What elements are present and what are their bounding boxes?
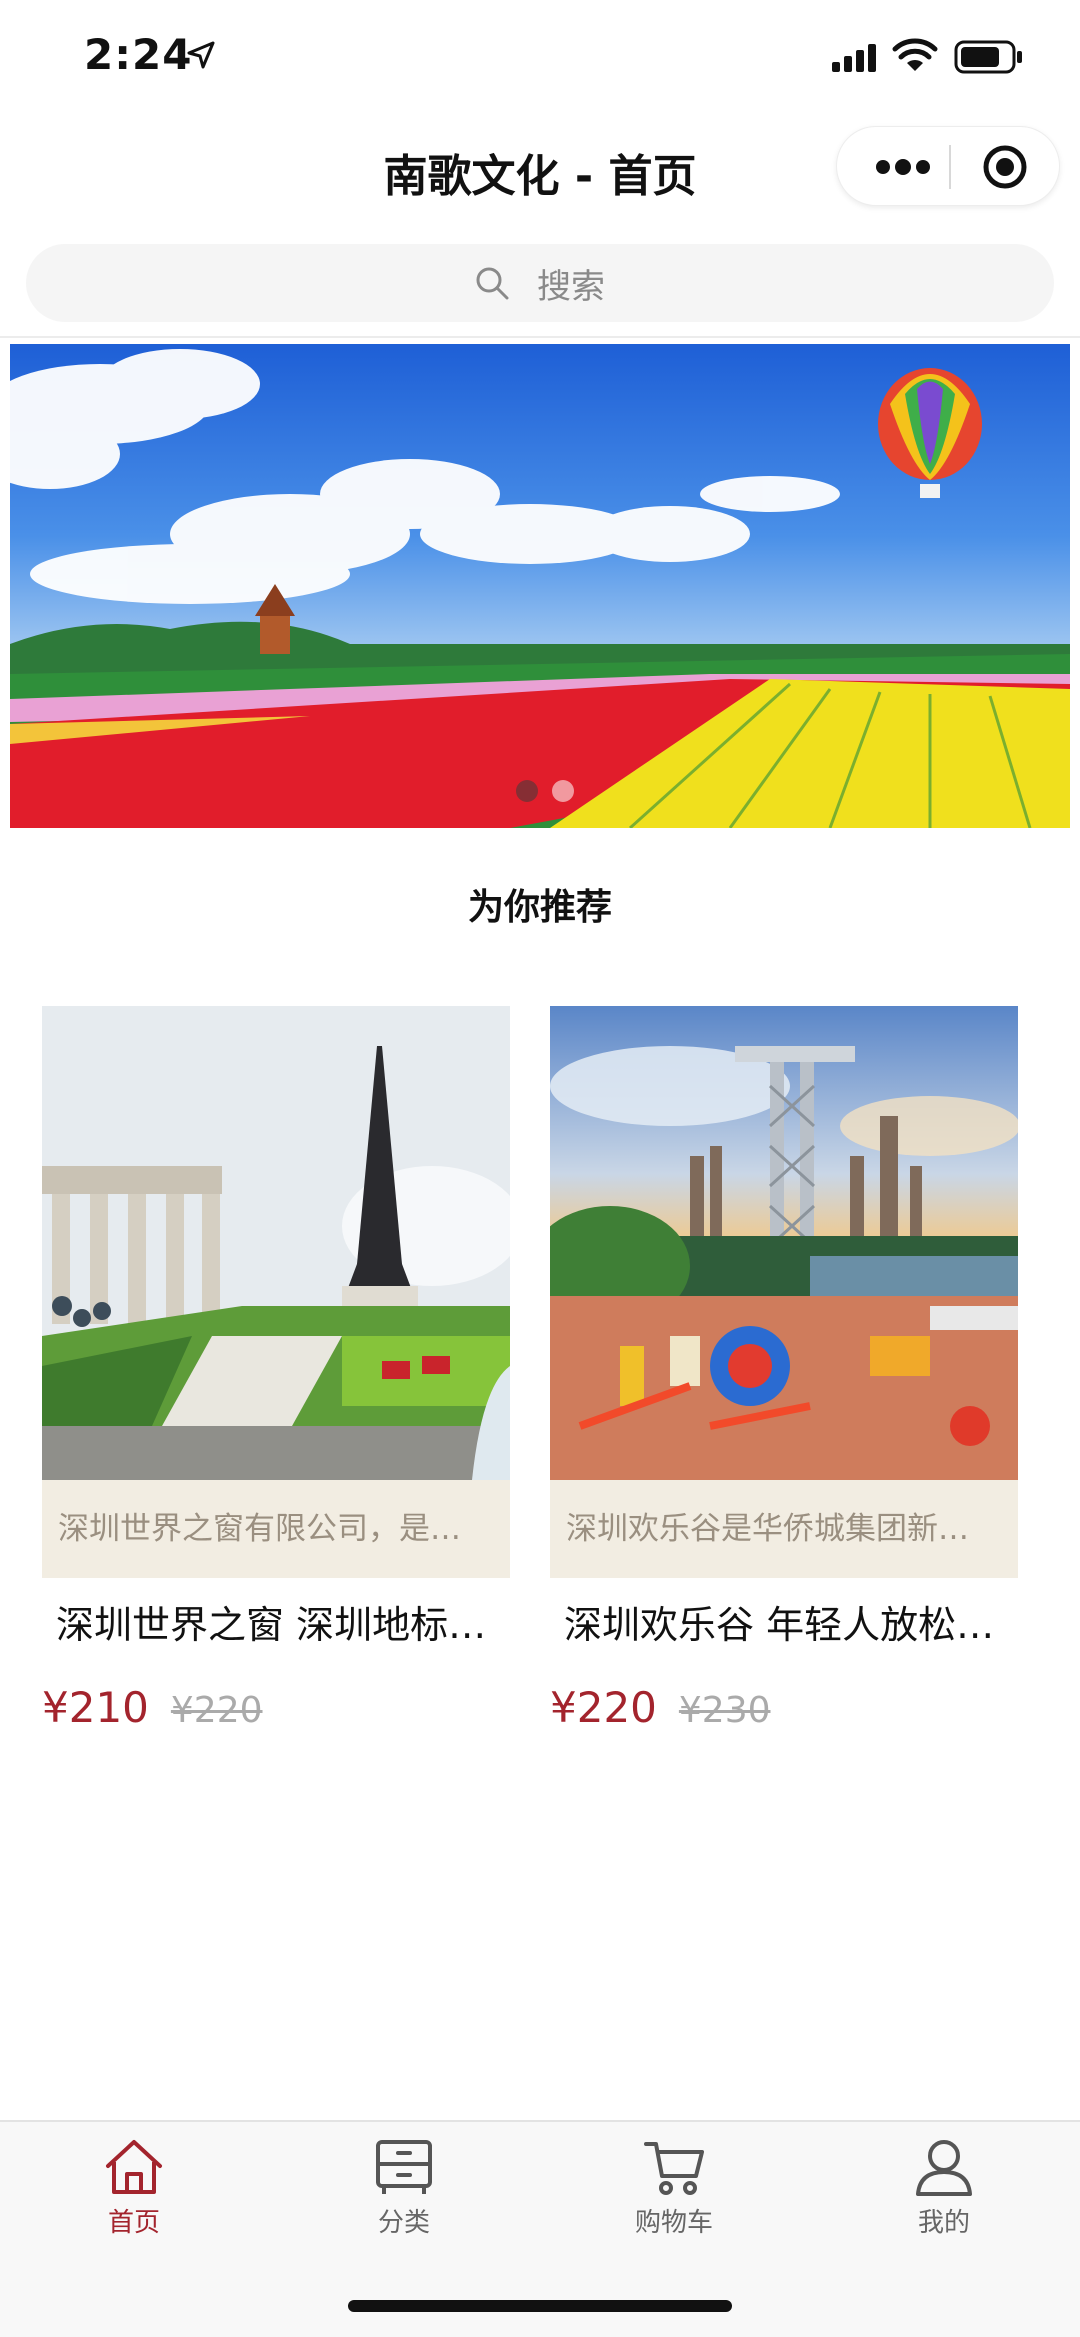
banner-carousel[interactable] xyxy=(10,344,1070,828)
tab-label: 购物车 xyxy=(634,2208,713,2238)
product-price: ¥210 xyxy=(42,1683,149,1732)
battery-icon xyxy=(954,40,1022,74)
product-original-price: ¥220 xyxy=(170,1690,263,1731)
nav-bar: 南歌文化 - 首页 xyxy=(0,112,1080,236)
status-bar: 2:24 xyxy=(0,0,1080,112)
divider xyxy=(0,336,1080,338)
search-placeholder: 搜索 xyxy=(537,266,605,307)
miniprogram-capsule xyxy=(836,126,1060,206)
miniprogram-close-icon[interactable] xyxy=(973,141,1037,193)
product-card[interactable]: 深圳世界之窗有限公司，是… 深圳世界之窗 深圳地标… ¥210 ¥220 xyxy=(42,1006,510,1732)
home-indicator xyxy=(348,2300,732,2312)
product-description: 深圳世界之窗有限公司，是… xyxy=(42,1480,510,1578)
tab-cart[interactable]: 购物车 xyxy=(574,2136,774,2246)
product-price: ¥220 xyxy=(550,1683,657,1732)
carousel-dot[interactable] xyxy=(552,780,574,802)
product-name[interactable]: 深圳欢乐谷 年轻人放松… xyxy=(550,1594,1018,1649)
product-card[interactable]: 深圳欢乐谷是华侨城集团新… 深圳欢乐谷 年轻人放松… ¥220 ¥230 xyxy=(550,1006,1018,1732)
location-arrow-icon xyxy=(187,41,215,69)
product-image xyxy=(42,1006,510,1480)
cellular-signal-icon xyxy=(832,44,876,72)
status-time: 2:24 xyxy=(84,30,193,79)
tab-profile[interactable]: 我的 xyxy=(844,2136,1044,2246)
search-input[interactable]: 搜索 xyxy=(26,244,1054,322)
capsule-divider xyxy=(949,145,951,189)
user-icon xyxy=(916,2140,972,2196)
price-row: ¥210 ¥220 xyxy=(42,1683,510,1732)
tab-category[interactable]: 分类 xyxy=(304,2136,504,2246)
product-name[interactable]: 深圳世界之窗 深圳地标… xyxy=(42,1594,510,1649)
product-image xyxy=(550,1006,1018,1480)
home-icon xyxy=(106,2140,162,2194)
more-dots-icon[interactable] xyxy=(865,141,941,193)
wifi-icon xyxy=(892,38,938,71)
tab-label: 首页 xyxy=(107,2208,160,2238)
cart-icon xyxy=(644,2142,704,2195)
carousel-dot[interactable] xyxy=(516,780,538,802)
product-description: 深圳欢乐谷是华侨城集团新… xyxy=(550,1480,1018,1578)
section-title: 为你推荐 xyxy=(467,887,612,928)
price-row: ¥220 ¥230 xyxy=(550,1683,1018,1732)
tab-label: 分类 xyxy=(377,2208,430,2238)
search-icon xyxy=(476,267,509,300)
banner-image xyxy=(10,344,1070,828)
tab-home[interactable]: 首页 xyxy=(34,2136,234,2246)
tab-label: 我的 xyxy=(917,2208,970,2238)
product-original-price: ¥230 xyxy=(678,1690,771,1731)
carousel-indicators xyxy=(516,780,574,802)
category-icon xyxy=(376,2140,432,2194)
